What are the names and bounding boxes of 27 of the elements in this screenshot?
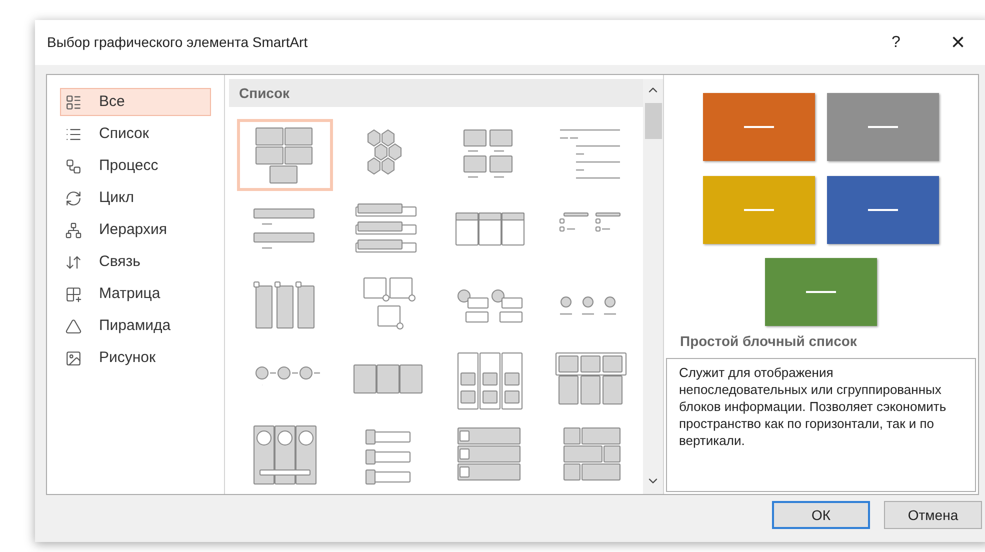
dialog-button[interactable]: Отмена xyxy=(884,501,982,529)
hierarchy-icon xyxy=(65,222,82,238)
category-item[interactable]: Матрица xyxy=(60,280,211,308)
dialog-button[interactable]: ОК xyxy=(772,501,870,529)
category-item[interactable]: Цикл xyxy=(60,184,211,212)
category-item[interactable]: Рисунок xyxy=(60,344,211,372)
category-item[interactable]: Связь xyxy=(60,248,211,276)
all-list-icon xyxy=(65,94,82,110)
category-item[interactable]: Процесс xyxy=(60,152,211,180)
category-item[interactable]: Пирамида xyxy=(60,312,211,340)
pyramid-icon xyxy=(65,318,82,334)
category-item[interactable]: Иерархия xyxy=(60,216,211,244)
help-button[interactable]: ? xyxy=(884,30,908,54)
scrollbar-thumb[interactable] xyxy=(644,103,662,139)
relation-icon xyxy=(65,254,82,270)
description-box: Служит для отображения непоследовательных или сгруппированных блоков информации. Позволяет сэкономить пространство как по горизонтали, так и по вертикали. xyxy=(666,358,976,492)
category-item[interactable]: Все xyxy=(60,88,211,116)
layout-title: Простой блочный список xyxy=(679,332,858,351)
section-header: Список xyxy=(229,79,643,107)
matrix-icon xyxy=(65,286,82,302)
category-item[interactable]: Список xyxy=(60,120,211,148)
layout-thumbnail[interactable] xyxy=(237,119,333,191)
picture-icon xyxy=(65,350,82,366)
close-button[interactable]: × xyxy=(946,30,970,54)
cycle-icon xyxy=(65,190,82,206)
window-title: Выбор графического элемента SmartArt xyxy=(47,33,308,52)
process-icon xyxy=(65,158,82,174)
